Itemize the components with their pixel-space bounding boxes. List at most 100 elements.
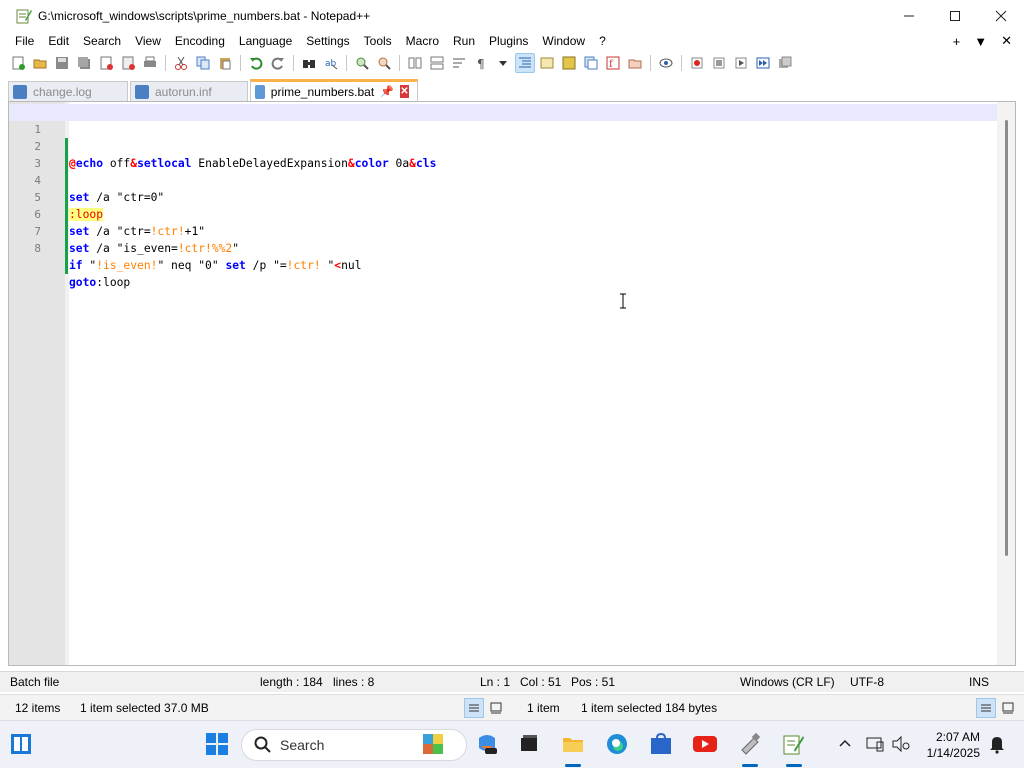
file-explorer-icon[interactable] bbox=[560, 731, 586, 757]
code-line-4[interactable]: 4 :loop bbox=[9, 155, 997, 221]
close-button[interactable] bbox=[978, 0, 1024, 31]
network-icon[interactable] bbox=[862, 731, 888, 757]
toolbar: ab ¶ f bbox=[8, 52, 795, 74]
copy-icon[interactable] bbox=[193, 53, 213, 73]
chevron-up-icon[interactable] bbox=[832, 731, 858, 757]
details-view-icon[interactable] bbox=[464, 698, 484, 718]
close-tab-icon[interactable]: ✕ bbox=[399, 85, 409, 98]
microsoft-store-icon[interactable] bbox=[648, 731, 674, 757]
tab-change-log[interactable]: change.log bbox=[8, 81, 128, 101]
usb-drive-icon[interactable] bbox=[737, 731, 763, 757]
close-all-icon[interactable] bbox=[118, 53, 138, 73]
tiles-view-icon[interactable] bbox=[486, 698, 506, 718]
status-pos: Pos : 51 bbox=[571, 675, 616, 689]
menu-file[interactable]: File bbox=[8, 34, 41, 48]
function-list-icon[interactable]: f bbox=[603, 53, 623, 73]
tab-list-dropdown[interactable]: ▼ bbox=[974, 34, 987, 49]
code-line-3[interactable]: 3 set /a "ctr=0" bbox=[9, 138, 997, 204]
tab-prime-numbers-bat[interactable]: prime_numbers.bat 📌 ✕ bbox=[250, 79, 418, 101]
status-encoding[interactable]: UTF-8 bbox=[850, 675, 884, 689]
menu-search[interactable]: Search bbox=[76, 34, 128, 48]
menu-view[interactable]: View bbox=[128, 34, 168, 48]
menu-language[interactable]: Language bbox=[232, 34, 299, 48]
save-icon[interactable] bbox=[52, 53, 72, 73]
edge-browser-icon[interactable] bbox=[604, 731, 630, 757]
macro-save-icon[interactable] bbox=[775, 53, 795, 73]
doc-map-icon[interactable] bbox=[559, 53, 579, 73]
code-lines: 1 @echo off&setlocal EnableDelayedExpans… bbox=[9, 104, 997, 289]
rubiks-cube-icon[interactable] bbox=[420, 731, 446, 757]
widgets-icon[interactable] bbox=[8, 731, 34, 757]
sync-horizontal-icon[interactable] bbox=[427, 53, 447, 73]
code-line-6[interactable]: 6 set /a "is_even=!ctr!%%2" bbox=[9, 189, 997, 255]
code-line-8[interactable]: 8 goto:loop bbox=[9, 223, 997, 289]
pin-icon[interactable]: 📌 bbox=[380, 85, 394, 98]
monitoring-eye-icon[interactable] bbox=[656, 53, 676, 73]
folder-workspace-icon[interactable] bbox=[625, 53, 645, 73]
notification-bell-icon[interactable] bbox=[984, 731, 1010, 757]
redo-icon[interactable] bbox=[268, 53, 288, 73]
code-line-7[interactable]: 7 if "!is_even!" neq "0" set /p "=!ctr! … bbox=[9, 206, 997, 272]
menu-help[interactable]: ? bbox=[592, 34, 613, 48]
editor-pane[interactable]: 1 @echo off&setlocal EnableDelayedExpans… bbox=[8, 101, 1016, 666]
find-icon[interactable] bbox=[299, 53, 319, 73]
menu-macro[interactable]: Macro bbox=[399, 34, 446, 48]
macro-record-icon[interactable] bbox=[687, 53, 707, 73]
open-file-icon[interactable] bbox=[30, 53, 50, 73]
usb-active-indicator bbox=[742, 764, 758, 767]
cut-icon[interactable] bbox=[171, 53, 191, 73]
status-eol[interactable]: Windows (CR LF) bbox=[740, 675, 835, 689]
notepadpp-taskbar-icon[interactable] bbox=[780, 731, 806, 757]
details-view-icon-2[interactable] bbox=[976, 698, 996, 718]
macro-stop-icon[interactable] bbox=[709, 53, 729, 73]
tab-autorun-inf[interactable]: autorun.inf bbox=[130, 81, 248, 101]
close-file-icon[interactable] bbox=[96, 53, 116, 73]
doc-list-icon[interactable] bbox=[581, 53, 601, 73]
notepadpp-app-icon[interactable] bbox=[16, 8, 32, 24]
minimize-button[interactable] bbox=[886, 0, 932, 31]
menu-window[interactable]: Window bbox=[535, 34, 592, 48]
menu-bar: File Edit Search View Encoding Language … bbox=[0, 31, 1024, 51]
code-line-5[interactable]: 5 set /a "ctr=!ctr!+1" bbox=[9, 172, 997, 238]
paste-icon[interactable] bbox=[215, 53, 235, 73]
undo-icon[interactable] bbox=[246, 53, 266, 73]
close-document-button[interactable]: ✕ bbox=[1001, 33, 1012, 49]
code-line-2[interactable]: 2 bbox=[9, 121, 997, 172]
new-tab-button[interactable]: + bbox=[953, 34, 961, 49]
status-length: length : 184 bbox=[260, 675, 323, 689]
change-marker bbox=[65, 240, 68, 257]
maximize-button[interactable] bbox=[932, 0, 978, 31]
scrollbar-thumb[interactable] bbox=[1005, 120, 1008, 556]
print-icon[interactable] bbox=[140, 53, 160, 73]
user-language-icon[interactable] bbox=[537, 53, 557, 73]
sync-vertical-icon[interactable] bbox=[405, 53, 425, 73]
volume-muted-icon[interactable] bbox=[888, 731, 914, 757]
dropdown-arrow-icon[interactable] bbox=[493, 53, 513, 73]
save-all-icon[interactable] bbox=[74, 53, 94, 73]
explorer-selection-info: 1 item selected 37.0 MB bbox=[80, 701, 209, 715]
menu-encoding[interactable]: Encoding bbox=[168, 34, 232, 48]
menu-run[interactable]: Run bbox=[446, 34, 482, 48]
task-view-icon[interactable] bbox=[516, 731, 542, 757]
zoom-out-icon[interactable] bbox=[374, 53, 394, 73]
start-windows-icon[interactable] bbox=[204, 731, 230, 757]
vertical-scrollbar[interactable] bbox=[997, 102, 1015, 665]
replace-icon[interactable]: ab bbox=[321, 53, 341, 73]
indent-guide-icon[interactable] bbox=[515, 53, 535, 73]
tiles-view-icon-2[interactable] bbox=[998, 698, 1018, 718]
toolbar-separator bbox=[681, 55, 682, 71]
macro-run-multiple-icon[interactable] bbox=[753, 53, 773, 73]
copilot-icon[interactable] bbox=[474, 731, 500, 757]
code-line-1[interactable]: 1 @echo off&setlocal EnableDelayedExpans… bbox=[9, 104, 997, 170]
menu-edit[interactable]: Edit bbox=[41, 34, 76, 48]
taskbar-clock[interactable]: 2:07 AM 1/14/2025 bbox=[927, 729, 980, 761]
menu-tools[interactable]: Tools bbox=[357, 34, 399, 48]
show-all-chars-icon[interactable]: ¶ bbox=[471, 53, 491, 73]
word-wrap-icon[interactable] bbox=[449, 53, 469, 73]
macro-play-icon[interactable] bbox=[731, 53, 751, 73]
menu-settings[interactable]: Settings bbox=[299, 34, 356, 48]
menu-plugins[interactable]: Plugins bbox=[482, 34, 535, 48]
youtube-icon[interactable] bbox=[692, 731, 718, 757]
new-file-icon[interactable] bbox=[8, 53, 28, 73]
zoom-in-icon[interactable] bbox=[352, 53, 372, 73]
